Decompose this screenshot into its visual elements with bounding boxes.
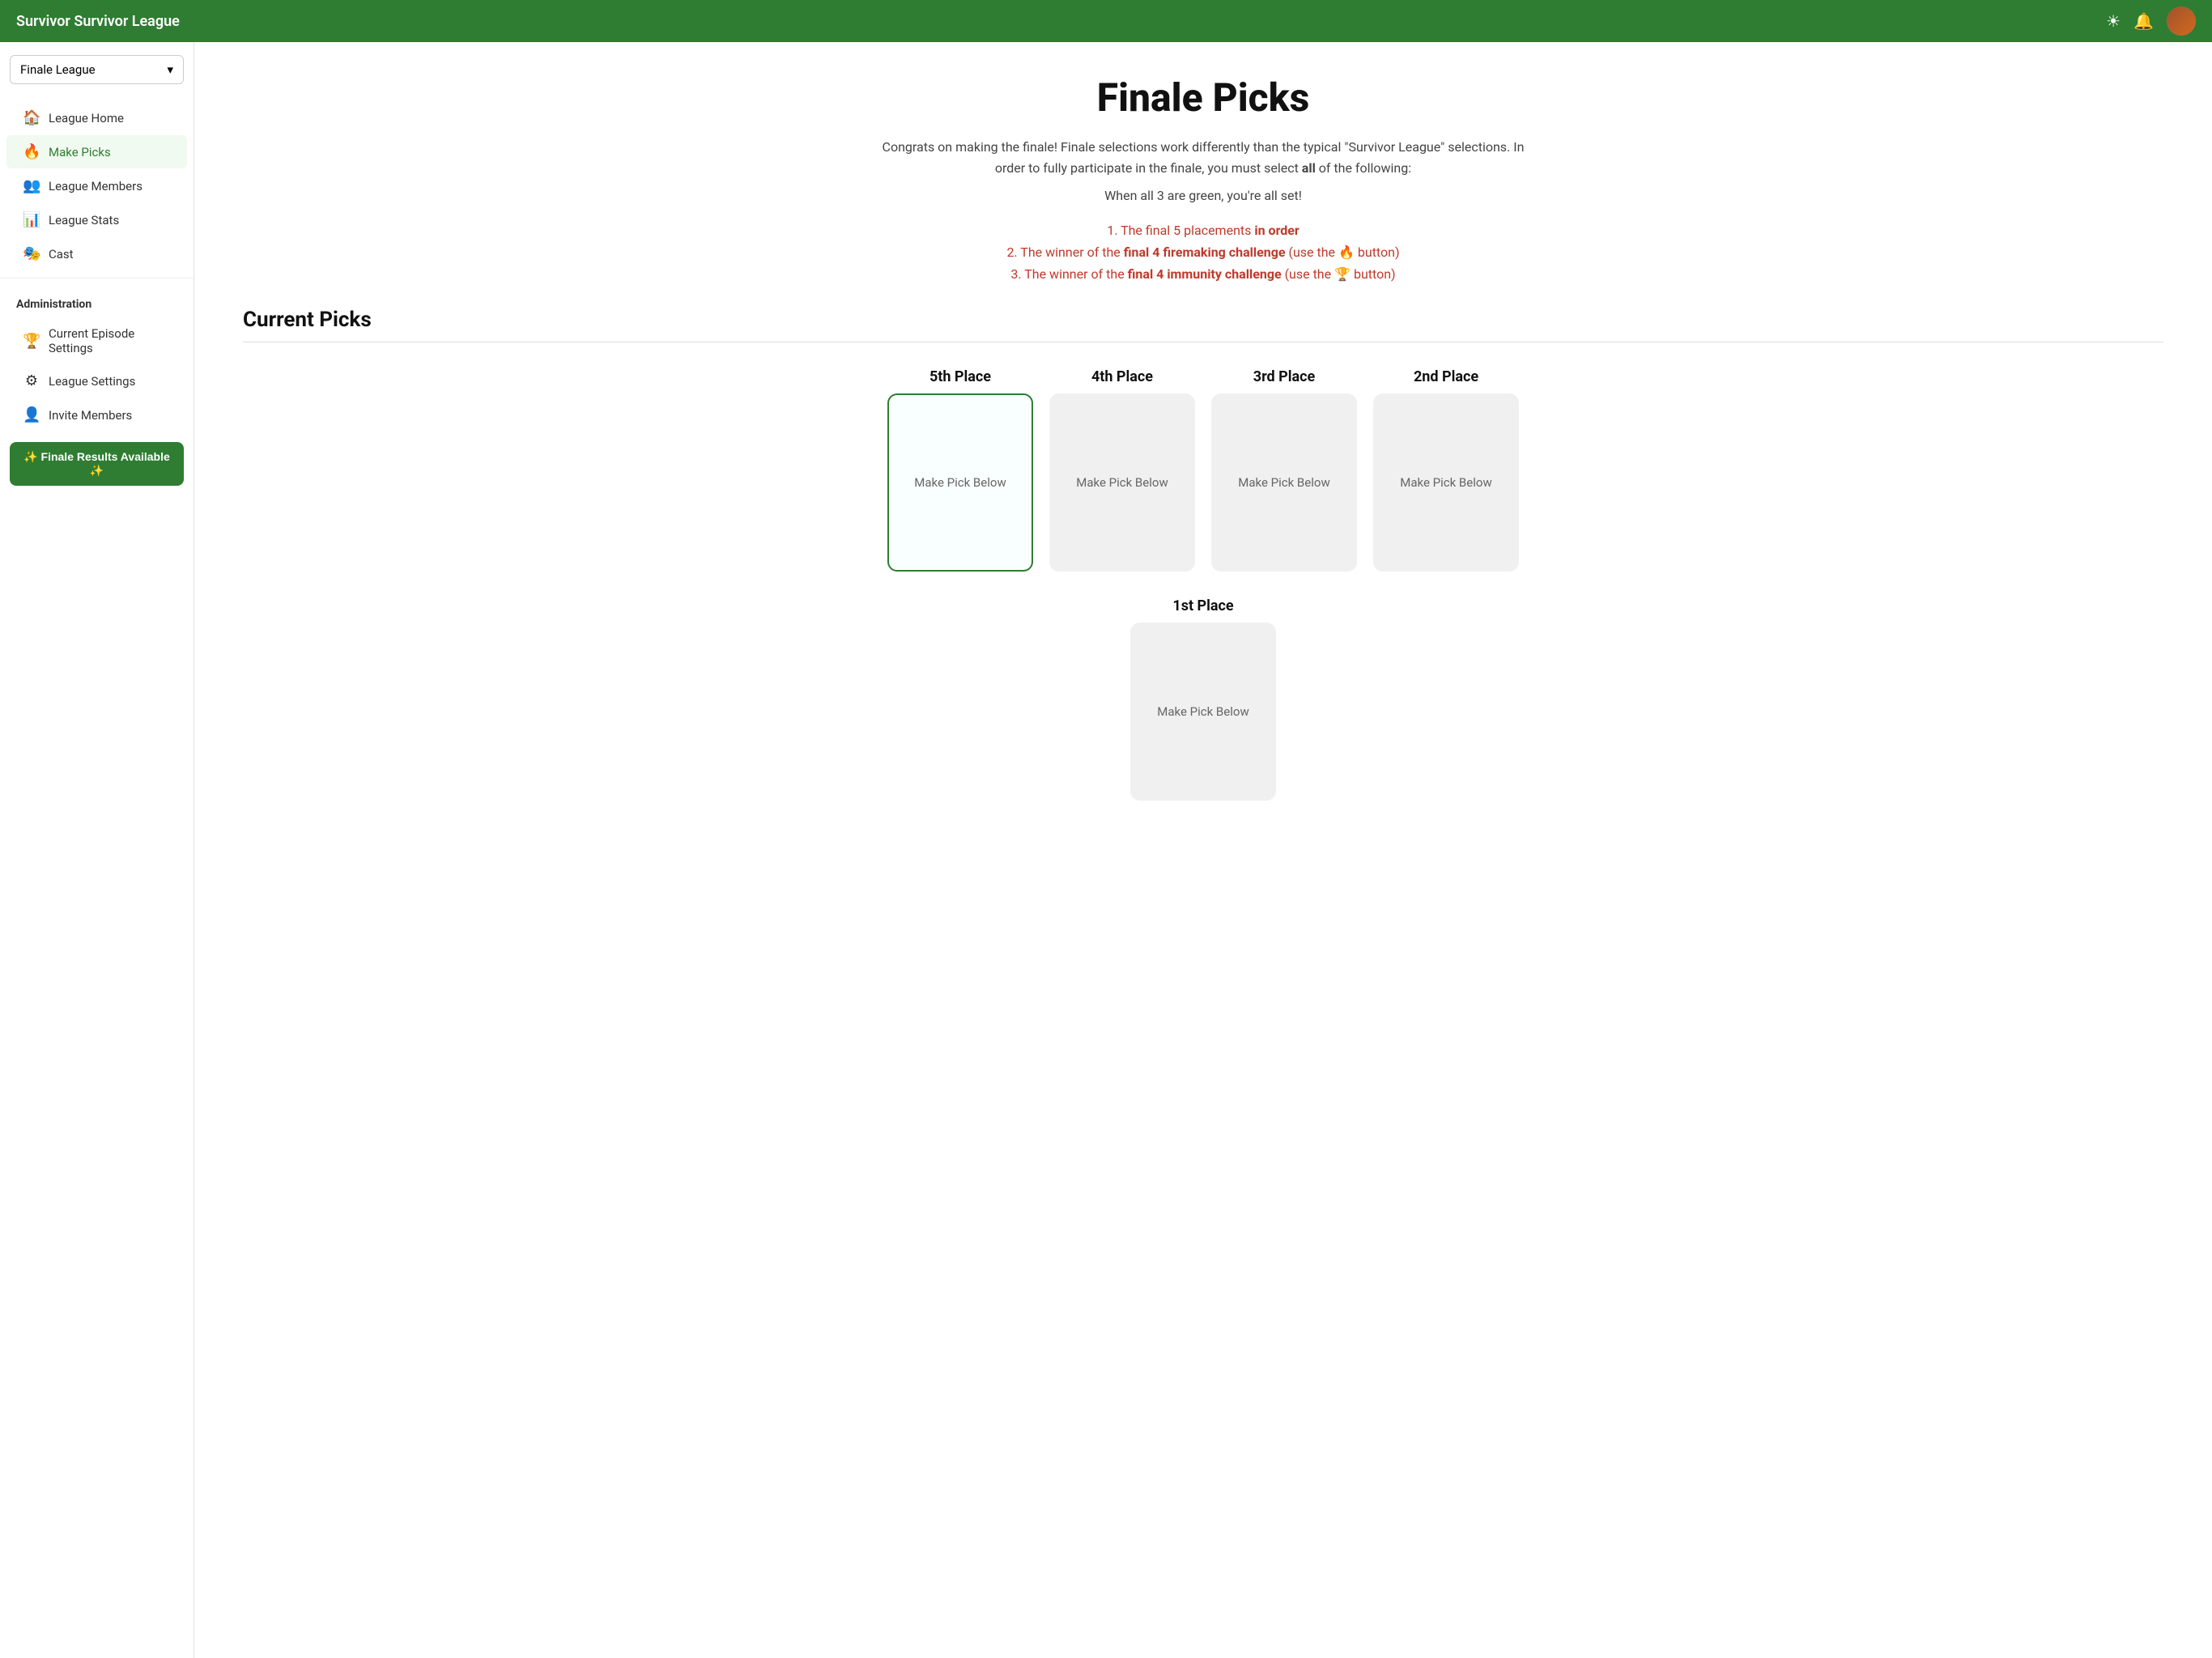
sidebar-label-episode-settings: Current Episode Settings [49, 326, 171, 355]
trophy-btn-icon: 🏆 [1334, 266, 1351, 282]
label-5th: 5th Place [929, 368, 991, 385]
main-content: Finale Picks Congrats on making the fina… [194, 42, 2212, 1658]
req1-bold: in order [1254, 223, 1299, 238]
pick-card-1st[interactable]: Make Pick Below [1130, 623, 1276, 801]
sidebar: Finale League ▾ 🏠 League Home 🔥 Make Pic… [0, 42, 194, 1658]
home-icon: 🏠 [23, 109, 40, 126]
req3-bold: final 4 immunity challenge [1128, 266, 1282, 282]
sidebar-item-episode-settings[interactable]: 🏆 Current Episode Settings [6, 318, 187, 363]
pick-col-1st: 1st Place Make Pick Below [1130, 597, 1276, 801]
people-icon: 👥 [23, 177, 40, 194]
league-selector[interactable]: Finale League ▾ [10, 55, 184, 84]
sidebar-item-make-picks[interactable]: 🔥 Make Picks [6, 135, 187, 168]
avatar[interactable] [2167, 6, 2196, 36]
sidebar-item-cast[interactable]: 🎭 Cast [6, 237, 187, 270]
trophy-icon: 🏆 [23, 333, 40, 350]
sidebar-label-league-settings: League Settings [49, 374, 135, 389]
green-note: When all 3 are green, you're all set! [243, 188, 2163, 203]
sidebar-label-cast: Cast [49, 247, 74, 261]
label-4th: 4th Place [1091, 368, 1153, 385]
pick-col-3rd: 3rd Place Make Pick Below [1211, 368, 1357, 572]
cast-icon: 🎭 [23, 245, 40, 262]
pick-col-2nd: 2nd Place Make Pick Below [1373, 368, 1519, 572]
league-selector-label: Finale League [20, 62, 96, 77]
app-title: Survivor Survivor League [16, 13, 180, 30]
subtitle-bold: all [1302, 160, 1316, 176]
pick-card-2nd[interactable]: Make Pick Below [1373, 393, 1519, 572]
admin-nav: 🏆 Current Episode Settings ⚙ League Sett… [0, 317, 194, 432]
sidebar-label-league-members: League Members [49, 179, 143, 193]
label-3rd: 3rd Place [1253, 368, 1315, 385]
label-1st: 1st Place [1172, 597, 1233, 614]
req3-text: 3. The winner of the final 4 immunity ch… [1010, 266, 1395, 282]
sidebar-label-league-stats: League Stats [49, 213, 119, 227]
subtitle-text1: Congrats on making the finale! Finale se… [883, 139, 1525, 176]
requirement-3: 3. The winner of the final 4 immunity ch… [243, 266, 2163, 282]
placements-row: 5th Place Make Pick Below 4th Place Make… [243, 368, 2163, 572]
person-add-icon: 👤 [23, 406, 40, 423]
sidebar-item-invite-members[interactable]: 👤 Invite Members [6, 398, 187, 432]
sidebar-label-league-home: League Home [49, 111, 124, 125]
subtitle-text2: of the following: [1316, 160, 1411, 176]
sidebar-label-invite-members: Invite Members [49, 408, 132, 423]
pick-card-5th[interactable]: Make Pick Below [887, 393, 1033, 572]
current-picks-title: Current Picks [243, 308, 2163, 332]
gear-icon: ⚙ [23, 372, 40, 389]
pick-card-5th-text: Make Pick Below [914, 475, 1006, 490]
finale-results-button[interactable]: ✨ Finale Results Available ✨ [10, 442, 184, 486]
label-2nd: 2nd Place [1414, 368, 1478, 385]
sidebar-nav: 🏠 League Home 🔥 Make Picks 👥 League Memb… [0, 100, 194, 271]
stats-icon: 📊 [23, 211, 40, 228]
page-title: Finale Picks [243, 74, 2163, 121]
pick-card-3rd[interactable]: Make Pick Below [1211, 393, 1357, 572]
top-navigation: Survivor Survivor League ☀ 🔔 [0, 0, 2212, 42]
pick-col-4th: 4th Place Make Pick Below [1049, 368, 1195, 572]
pick-card-1st-text: Make Pick Below [1157, 704, 1249, 719]
first-place-row: 1st Place Make Pick Below [243, 597, 2163, 801]
pick-card-2nd-text: Make Pick Below [1400, 475, 1491, 490]
req2-text: 2. The winner of the final 4 firemaking … [1006, 244, 1399, 260]
sidebar-item-league-settings[interactable]: ⚙ League Settings [6, 364, 187, 397]
admin-section-title: Administration [0, 285, 194, 317]
requirement-2: 2. The winner of the final 4 firemaking … [243, 244, 2163, 260]
chevron-down-icon: ▾ [167, 62, 173, 77]
pick-card-4th-text: Make Pick Below [1076, 475, 1168, 490]
req2-bold: final 4 firemaking challenge [1124, 244, 1286, 260]
sun-icon[interactable]: ☀ [2106, 11, 2121, 31]
fire-btn-icon: 🔥 [1338, 244, 1355, 260]
req1-text: 1. The final 5 placements in order [1107, 223, 1300, 238]
requirements-list: 1. The final 5 placements in order 2. Th… [243, 223, 2163, 282]
bell-icon[interactable]: 🔔 [2133, 11, 2154, 31]
sidebar-item-league-stats[interactable]: 📊 League Stats [6, 203, 187, 236]
sidebar-item-league-members[interactable]: 👥 League Members [6, 169, 187, 202]
page-subtitle: Congrats on making the finale! Finale se… [879, 137, 1527, 178]
sidebar-item-league-home[interactable]: 🏠 League Home [6, 101, 187, 134]
avatar-image [2167, 6, 2196, 36]
requirement-1: 1. The final 5 placements in order [243, 223, 2163, 238]
pick-card-3rd-text: Make Pick Below [1238, 475, 1329, 490]
sidebar-label-make-picks: Make Picks [49, 145, 111, 159]
topnav-icons: ☀ 🔔 [2106, 6, 2196, 36]
pick-col-5th: 5th Place Make Pick Below [887, 368, 1033, 572]
pick-card-4th[interactable]: Make Pick Below [1049, 393, 1195, 572]
fire-icon: 🔥 [23, 143, 40, 160]
